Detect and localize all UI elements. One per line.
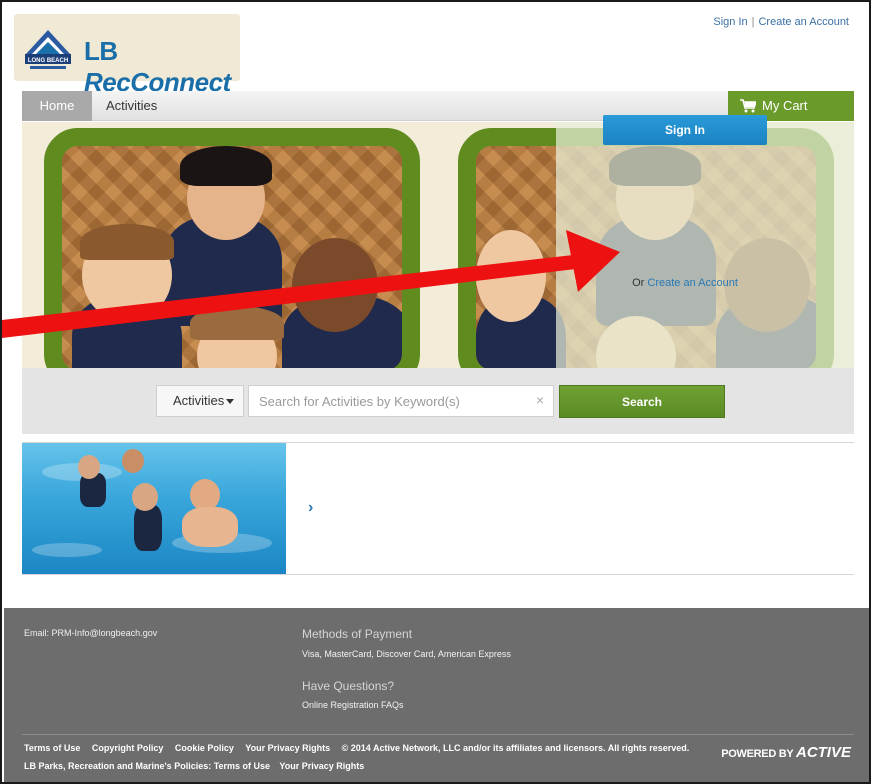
hero-banner	[22, 122, 854, 368]
lb-privacy-rights-link[interactable]: Your Privacy Rights	[279, 761, 364, 771]
search-bar: Activities × Search	[22, 368, 854, 434]
powered-by-prefix: POWERED BY	[721, 748, 796, 760]
swimmer-suit	[134, 505, 162, 551]
kid-hair	[190, 306, 284, 340]
tab-home[interactable]: Home	[22, 91, 92, 121]
footer-divider	[22, 734, 854, 735]
swimmer-head	[78, 455, 100, 479]
site-logo[interactable]: LONG BEACH LB RecConnect	[14, 14, 240, 97]
copyright-policy-link[interactable]: Copyright Policy	[92, 743, 164, 753]
footer-links-row2: LB Parks, Recreation and Marine's Polici…	[24, 761, 371, 771]
hero-or-text: Or	[632, 277, 648, 289]
footer-email[interactable]: Email: PRM-Info@longbeach.gov	[24, 628, 157, 638]
cookie-policy-link[interactable]: Cookie Policy	[175, 743, 234, 753]
questions-heading: Have Questions?	[302, 679, 395, 693]
payment-text: Visa, MasterCard, Discover Card, America…	[302, 649, 511, 659]
tab-activities[interactable]: Activities	[92, 91, 171, 121]
water-ripple	[32, 543, 102, 557]
hero-photo-left	[44, 128, 420, 368]
close-icon[interactable]: ×	[536, 392, 544, 408]
hero-sign-in-button[interactable]: Sign In	[603, 115, 767, 145]
swimmer-head	[122, 449, 144, 473]
footer: Email: PRM-Info@longbeach.gov Methods of…	[4, 608, 869, 782]
cart-icon	[740, 99, 756, 113]
kid-face	[476, 230, 546, 322]
kid-hair	[80, 224, 174, 260]
activities-dropdown[interactable]: Activities	[156, 385, 244, 417]
top-links-separator: |	[751, 16, 755, 28]
payment-heading: Methods of Payment	[302, 627, 413, 641]
top-sign-in-link[interactable]: Sign In	[713, 16, 747, 28]
brand-title: LB RecConnect	[84, 36, 240, 98]
my-cart-label: My Cart	[762, 98, 808, 113]
search-button[interactable]: Search	[559, 385, 725, 418]
hero-signin-overlay	[556, 122, 854, 368]
kid-hair	[180, 146, 272, 186]
pool-photo[interactable]	[22, 443, 286, 574]
page: LONG BEACH LB RecConnect Sign In | Create …	[0, 0, 871, 784]
hero-create-account-link[interactable]: Create an Account	[647, 277, 738, 289]
privacy-rights-link[interactable]: Your Privacy Rights	[245, 743, 330, 753]
powered-by-active-logo[interactable]: POWERED BY ACTIVE	[721, 744, 851, 761]
promo-banner: ›	[22, 442, 854, 575]
search-input[interactable]	[248, 385, 554, 417]
copyright-notice: © 2014 Active Network, LLC and/or its af…	[341, 743, 690, 753]
hero-create-account-line: Or Create an Account	[536, 277, 834, 289]
active-brand: ACTIVE	[795, 744, 851, 761]
caret-down-icon	[226, 399, 235, 405]
chevron-right-icon[interactable]: ›	[308, 499, 313, 517]
kid-face	[292, 238, 378, 332]
swimmer-body	[182, 507, 238, 547]
footer-links-row1: Terms of Use Copyright Policy Cookie Pol…	[24, 743, 698, 753]
terms-of-use-link[interactable]: Terms of Use	[24, 743, 80, 753]
seal-text: LONG BEACH	[28, 58, 68, 64]
lb-terms-of-use-link[interactable]: LB Parks, Recreation and Marine's Polici…	[24, 761, 270, 771]
faq-link[interactable]: Online Registration FAQs	[302, 700, 404, 710]
activities-dropdown-label: Activities	[173, 393, 225, 408]
top-create-account-link[interactable]: Create an Account	[758, 16, 849, 28]
brand-title-part1: LB	[84, 36, 118, 66]
top-links: Sign In | Create an Account	[713, 16, 849, 28]
swimmer-head	[132, 483, 158, 511]
seal-logo: LONG BEACH	[25, 30, 71, 69]
